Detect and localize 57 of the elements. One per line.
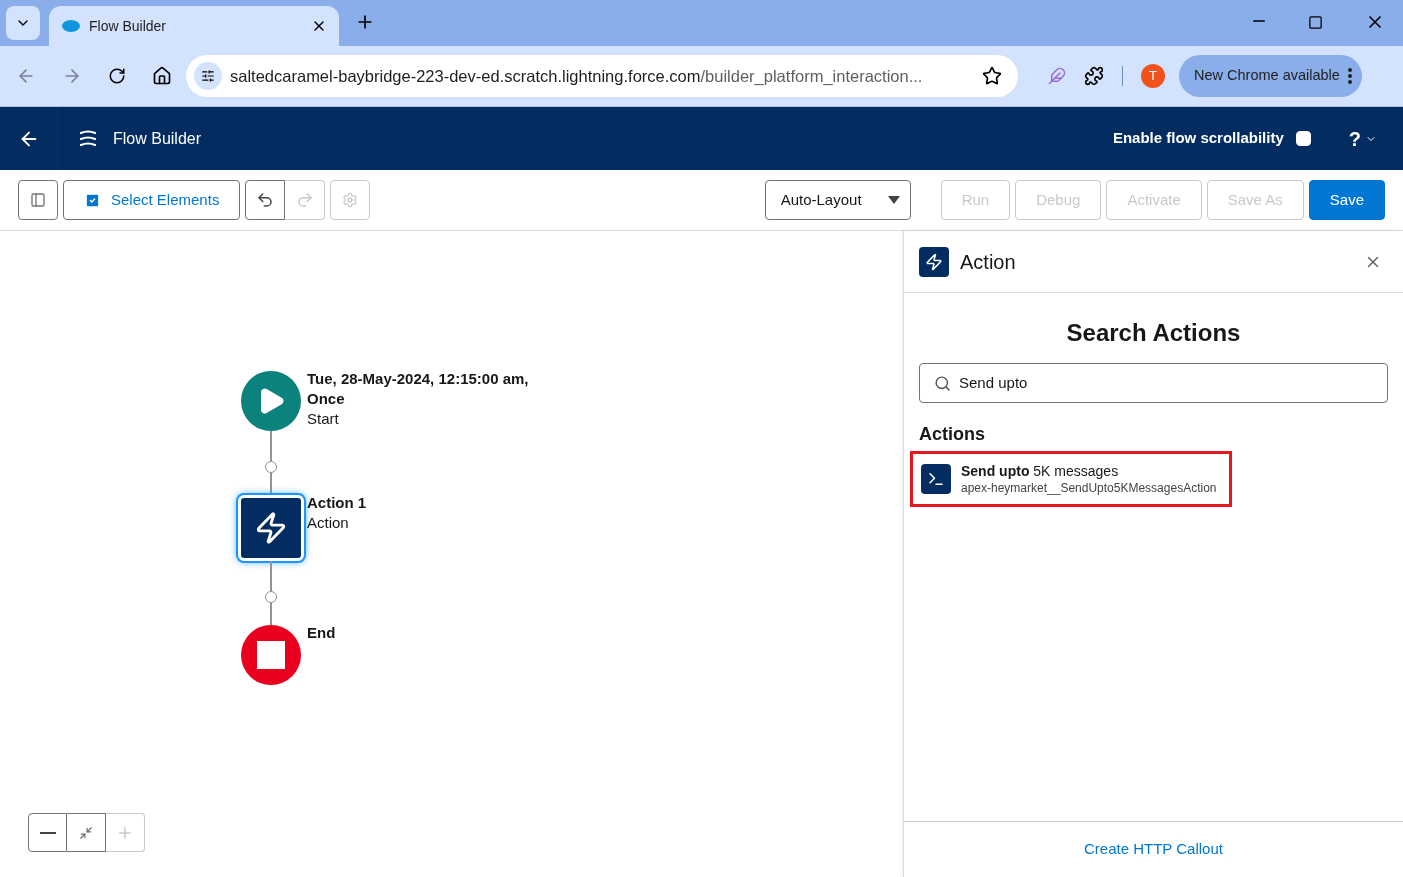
http-callout-link[interactable]: Create HTTP Callout	[1084, 838, 1223, 861]
search-heading: Search Actions	[1065, 318, 1242, 348]
home-icon[interactable]	[152, 66, 172, 86]
bookmark-star-icon[interactable]	[982, 66, 1002, 86]
fit-view-button[interactable]	[67, 813, 106, 852]
extensions-icon[interactable]	[1084, 66, 1104, 86]
site-settings-icon[interactable]	[194, 62, 222, 90]
cloud-icon	[61, 19, 81, 33]
tab-search-button[interactable]	[6, 6, 40, 40]
search-input[interactable]: Send upto	[959, 371, 1373, 395]
toggle-panel-button[interactable]	[18, 180, 58, 220]
section-heading: Actions	[919, 423, 986, 446]
undo-button[interactable]	[245, 180, 286, 220]
browser-tab[interactable]: Flow Builder	[49, 6, 339, 46]
redo-icon	[295, 191, 314, 209]
undo-icon	[256, 191, 275, 209]
feather-icon[interactable]	[1048, 67, 1066, 85]
flow-logo-icon	[78, 128, 98, 149]
end-node[interactable]	[241, 625, 301, 685]
node-title: Tue, 28-May-2024, 12:15:00 am, Once	[307, 369, 530, 409]
profile-avatar[interactable]: T	[1141, 64, 1165, 88]
start-node[interactable]	[241, 371, 301, 431]
reload-icon[interactable]	[108, 67, 126, 85]
scrollability-checkbox[interactable]	[1295, 131, 1311, 146]
more-icon	[1347, 68, 1352, 84]
result-title: Send upto 5K messages	[961, 462, 1120, 480]
app-title: Flow Builder	[113, 128, 202, 149]
node-title: End	[307, 623, 336, 643]
checkbox-icon	[84, 191, 101, 209]
stop-icon	[257, 641, 285, 669]
zoom-out-button[interactable]	[28, 813, 67, 852]
layout-dropdown[interactable]: Auto-Layout	[764, 180, 911, 220]
search-field[interactable]: Send upto	[919, 363, 1388, 403]
prompt-icon	[927, 470, 945, 488]
node-type: Action	[307, 513, 350, 533]
shrink-icon	[79, 825, 93, 840]
search-icon	[934, 374, 951, 392]
update-button[interactable]: New Chrome available	[1179, 55, 1362, 97]
address-bar[interactable]: saltedcaramel-baybridge-223-dev-ed.scratch.lightning.force.com/builder_platform_interaction...	[186, 55, 1018, 97]
toolbar-button[interactable]: Save	[1308, 180, 1385, 220]
url-text: saltedcaramel-baybridge-223-dev-ed.scratch.lightning.force.com/builder_platform_interaction...	[230, 65, 924, 87]
help-button[interactable]: ?	[1348, 123, 1377, 154]
action-result[interactable]: Send upto 5K messages apex-heymarket__SendUpto5KMessagesAction	[910, 451, 1232, 507]
panel-icon	[30, 192, 46, 208]
tab-title: Flow Builder	[89, 16, 168, 36]
lightning-icon	[925, 252, 943, 271]
gear-icon	[342, 192, 359, 208]
scrollability-label: Enable flow scrollability	[1112, 128, 1284, 149]
select-elements-button[interactable]: Select Elements	[63, 180, 241, 220]
minus-icon	[39, 831, 56, 834]
result-subtitle: apex-heymarket__SendUpto5KMessagesAction	[961, 480, 1217, 496]
lightning-icon	[254, 511, 288, 545]
action-node[interactable]	[238, 495, 304, 561]
panel-title: Action	[960, 249, 1016, 275]
node-title: Action 1	[307, 493, 367, 513]
maximize-icon[interactable]	[1308, 15, 1323, 30]
node-type: Start	[307, 409, 340, 429]
